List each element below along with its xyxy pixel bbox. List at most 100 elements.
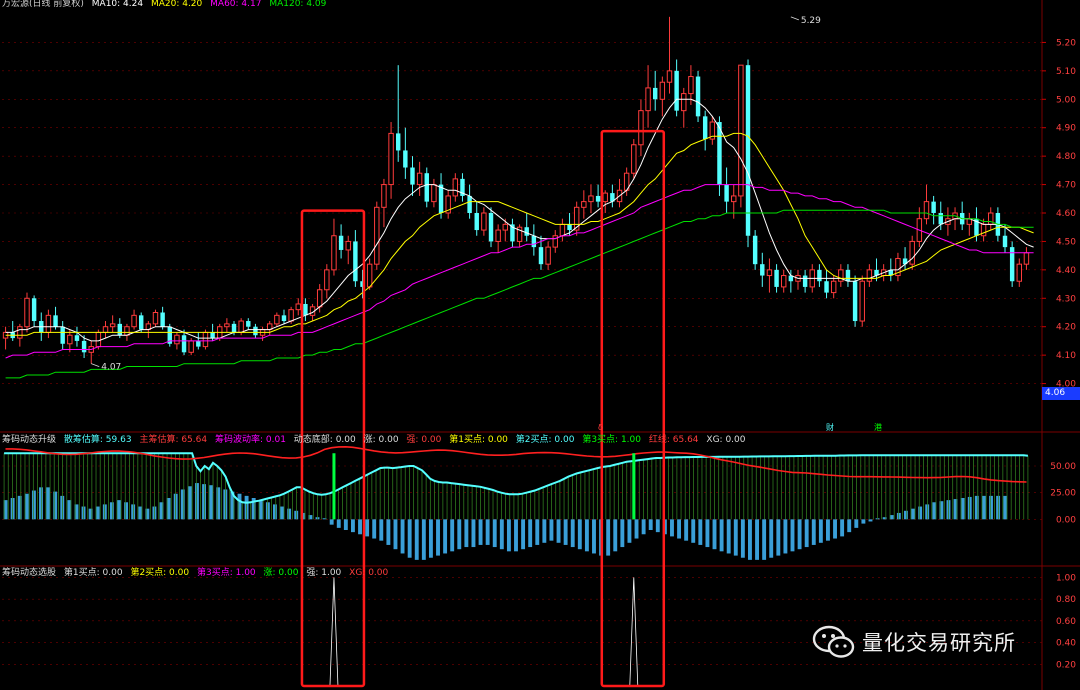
candle-body-up [602, 192, 608, 203]
stock-pick-layer [329, 577, 639, 687]
mid-legend-volatility: 筹码波动率: 0.01 [214, 435, 286, 445]
candle-body-up [631, 144, 637, 174]
candle-body-down [138, 315, 144, 330]
candle-body-up [188, 340, 194, 353]
bottom-legend-buy1: 第1买点: 0.00 [63, 568, 123, 578]
candle-body-down [253, 326, 258, 336]
candle-body-up [502, 223, 509, 231]
candle-body-down [1009, 247, 1015, 282]
watermark-text: 量化交易研究所 [862, 631, 1016, 655]
candle-body-up [581, 201, 587, 208]
event-marker[interactable]: δ [598, 423, 603, 433]
bottom-legend: 筹码动态选股 第1买点: 0.00 第2买点: 0.00 第3买点: 1.00 … [2, 567, 393, 579]
wechat-icon [812, 625, 855, 658]
legend-ma120: MA120: 4.09 [269, 0, 327, 9]
candle-body-down [53, 315, 58, 327]
candle-body-down [538, 247, 544, 265]
candle-body-up [324, 269, 330, 291]
candle-body-down [160, 312, 165, 327]
price-tick-label: 4.70 [1056, 181, 1076, 191]
candle-body-up [923, 201, 930, 220]
candle-body-down [802, 275, 808, 287]
candle-body-up [17, 326, 23, 339]
candle-body-up [688, 76, 694, 95]
chip-indicator-layer [3, 445, 1029, 560]
price-tick-label: 4.90 [1056, 124, 1076, 134]
candle-body-down [231, 323, 237, 333]
retail-cost-line [4, 452, 1029, 504]
candle-body-up [174, 334, 180, 345]
candle-body-up [731, 195, 737, 203]
candle-body-up [830, 280, 837, 294]
candle-body-down [567, 224, 572, 231]
candle-body-down [845, 269, 851, 282]
indicator-tick-label: 50.00 [1050, 462, 1076, 472]
legend-ma60: MA60: 4.17 [210, 0, 262, 9]
price-tick-label: 5.20 [1056, 38, 1076, 48]
mid-legend-title: 筹码动态升级 [2, 435, 57, 445]
candle-body-down [353, 241, 358, 282]
legend-title: 万宏源(日线 前复权) [2, 0, 84, 9]
candle-body-down [652, 87, 658, 100]
candle-body-down [338, 235, 344, 250]
candle-body-down [181, 335, 187, 353]
chart-canvas[interactable]: 5.29 4.07 5.20 5.10 5.00 4.90 4.80 4.70 4.60 4.5… [0, 0, 1080, 690]
mid-legend-strong: 强: 0.00 [406, 435, 442, 445]
signal-tick-label: 1.00 [1056, 573, 1076, 583]
bottom-legend-rise: 涨: 0.00 [263, 568, 299, 578]
candle-body-up [331, 235, 337, 271]
candle-body-up [431, 184, 437, 203]
indicator-tick-label: 0.00 [1056, 515, 1076, 525]
signal-tick-label: 0.40 [1056, 639, 1076, 649]
ma-line-ma10 [5, 98, 1034, 342]
price-tick-label: 4.60 [1056, 209, 1076, 219]
candle-body-down [31, 298, 37, 322]
candle-body-down [438, 184, 444, 213]
bottom-legend-buy3: 第3买点: 1.00 [196, 568, 256, 578]
candle-body-up [295, 303, 301, 311]
mid-legend: 筹码动态升级 散筹估算: 59.63 主筹估算: 65.64 筹码波动率: 0.… [2, 434, 751, 446]
candle-body-down [196, 340, 201, 347]
top-legend: 万宏源(日线 前复权) MA10: 4.24 MA20: 4.20 MA60: … [2, 0, 331, 10]
candle-body-up [909, 240, 915, 265]
candle-body-down [246, 321, 251, 327]
annotation-pointer [790, 16, 799, 21]
candle-body-up [495, 229, 501, 242]
bottom-legend-strong: 强: 1.00 [306, 568, 342, 578]
bottom-legend-title: 筹码动态选股 [2, 568, 57, 578]
finance-marker[interactable]: 财 [826, 423, 834, 433]
candle-body-up [859, 280, 865, 322]
grid-layer [0, 0, 1080, 690]
candle-body-up [316, 289, 323, 308]
candle-body-up [131, 314, 137, 328]
candle-body-up [374, 206, 380, 265]
candle-body-up [481, 212, 487, 231]
candle-body-up [659, 81, 666, 100]
indicator-tick-label: 25.00 [1050, 489, 1076, 499]
candle-body-up [67, 334, 73, 345]
hk-connect-marker[interactable]: 港 [874, 423, 882, 433]
mid-legend-main: 主筹估算: 65.64 [139, 435, 208, 445]
candle-body-down [395, 133, 401, 151]
candle-body-up [766, 269, 773, 277]
candle-body-up [545, 246, 551, 265]
legend-ma10: MA10: 4.24 [91, 0, 144, 9]
buy-signal-spike [629, 577, 639, 687]
mid-legend-rise: 涨: 0.00 [363, 435, 399, 445]
candle-body-down [74, 335, 80, 341]
candle-body-down [410, 167, 415, 185]
watermark: 量化交易研究所 [812, 622, 1016, 662]
candle-body-up [102, 326, 109, 333]
candle-body-up [681, 93, 687, 112]
annotation-pointer [91, 363, 100, 368]
candle-body-down [774, 269, 779, 287]
candle-body-down [595, 195, 601, 202]
candle-body-up [645, 87, 651, 112]
annotation-label: 4.07 [101, 363, 121, 373]
candle-body-up [95, 331, 102, 348]
candle-body-up [638, 110, 644, 146]
candle-body-up [866, 269, 873, 282]
moving-average-layer: 5.29 4.07 [5, 16, 1034, 379]
candle-body-down [488, 213, 494, 242]
candle-body-up [274, 314, 280, 325]
